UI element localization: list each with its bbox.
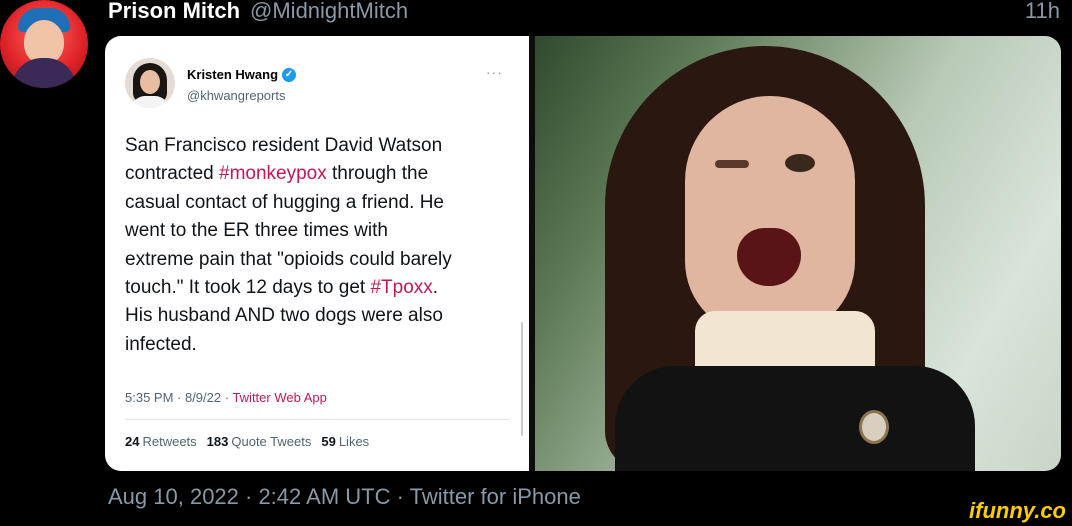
body-text: extreme pain that "opioids could barely — [125, 248, 452, 270]
body-line: went to the ER three times with — [125, 217, 510, 245]
scrollbar — [521, 322, 523, 436]
body-line: contracted #monkeypox through the — [125, 160, 510, 188]
quoted-author-avatar — [125, 58, 175, 108]
photo-brooch — [859, 410, 889, 444]
avatar-skin — [140, 70, 160, 94]
body-text: His husband AND two dogs were also — [125, 305, 443, 327]
tweet-footer: Aug 10, 2022 · 2:42 AM UTC · Twitter for… — [108, 484, 581, 509]
quoted-author-handle: @khwangreports — [187, 88, 286, 103]
body-text: infected. — [125, 333, 197, 355]
stat-retweets: 24 Retweets — [125, 434, 197, 449]
stat-label: Likes — [338, 434, 370, 449]
body-text: . — [432, 277, 439, 299]
stat-label: Retweets — [142, 434, 197, 449]
stat-count: 183 — [206, 434, 229, 449]
quoted-tweet-stats: 24 Retweets 183 Quote Tweets 59 Likes — [125, 434, 369, 449]
hashtag-tpoxx: #Tpoxx — [370, 277, 433, 299]
author-avatar[interactable] — [0, 0, 88, 88]
body-line: casual contact of hugging a friend. He — [125, 189, 510, 217]
photo-sweater — [615, 366, 975, 471]
quoted-tweet-body: San Francisco resident David Watson cont… — [125, 132, 510, 359]
author-handle[interactable]: @MidnightMitch — [250, 0, 408, 24]
photo-winking-eye — [715, 160, 749, 168]
tweet-timestamp[interactable]: 11h — [1025, 0, 1060, 26]
body-line: extreme pain that "opioids could barely — [125, 246, 510, 274]
photo-open-mouth — [737, 228, 801, 286]
body-line: San Francisco resident David Watson — [125, 132, 510, 160]
quoted-author-name: Kristen Hwang ✓ — [187, 67, 297, 82]
body-text: went to the ER three times with — [125, 220, 388, 242]
hashtag-monkeypox: #monkeypox — [219, 163, 327, 185]
ifunny-watermark: ifunny.co — [969, 498, 1066, 523]
body-text: contracted — [125, 163, 219, 185]
quoted-author-name-text: Kristen Hwang — [187, 67, 279, 82]
photo-open-eye — [785, 154, 815, 172]
tweet-media[interactable]: Kristen Hwang ✓ @khwangreports ··· San F… — [105, 36, 1061, 471]
reaction-photo — [535, 36, 1061, 471]
body-text: through the — [326, 163, 429, 185]
avatar-body — [12, 58, 76, 88]
divider — [125, 419, 510, 420]
stat-likes: 59 Likes — [321, 434, 369, 449]
photo-face — [685, 96, 855, 336]
author-display-name[interactable]: Prison Mitch — [108, 0, 240, 24]
body-line: touch." It took 12 days to get #Tpoxx. — [125, 274, 510, 302]
quoted-tweet-app: Twitter Web App — [232, 390, 327, 405]
body-line: infected. — [125, 331, 510, 359]
body-text: casual contact of hugging a friend. He — [125, 191, 444, 213]
quoted-tweet-screenshot: Kristen Hwang ✓ @khwangreports ··· San F… — [105, 36, 529, 471]
quoted-tweet-time: 5:35 PM · 8/9/22 · — [125, 390, 233, 405]
quoted-tweet-meta: 5:35 PM · 8/9/22 · Twitter Web App — [125, 390, 327, 405]
tweet-header: Prison Mitch @MidnightMitch — [108, 0, 408, 26]
body-text: touch." It took 12 days to get — [125, 277, 371, 299]
avatar-shirt — [131, 96, 169, 108]
body-line: His husband AND two dogs were also — [125, 302, 510, 330]
more-options-icon: ··· — [486, 64, 503, 80]
verified-badge-icon: ✓ — [282, 67, 297, 82]
stat-label: Quote Tweets — [231, 434, 312, 449]
body-text: San Francisco resident David Watson — [125, 135, 443, 156]
stat-count: 24 — [125, 434, 140, 449]
stat-count: 59 — [321, 434, 336, 449]
stat-quote-tweets: 183 Quote Tweets — [207, 434, 312, 449]
